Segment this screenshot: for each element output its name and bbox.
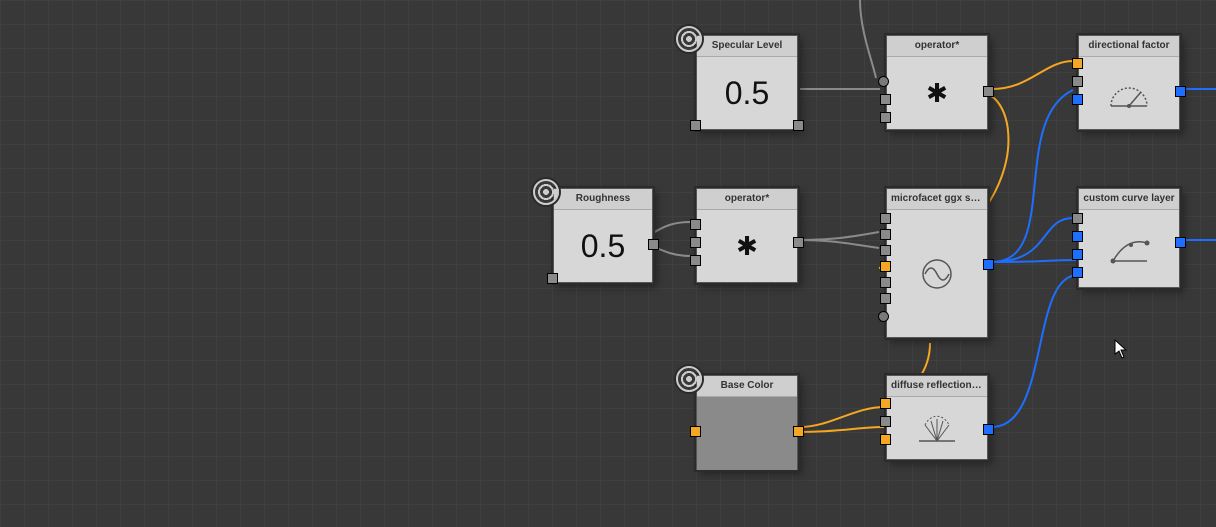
port-out-grey[interactable]: [793, 120, 804, 131]
port-in-2[interactable]: [880, 229, 891, 240]
port-out-blue[interactable]: [983, 259, 994, 270]
port-in-grey[interactable]: [1072, 213, 1083, 224]
node-operator-mid[interactable]: operator* ✱: [696, 188, 798, 283]
node-title: directional factor: [1079, 36, 1179, 57]
node-icon: [1079, 210, 1179, 288]
port-in-blue-3[interactable]: [1072, 267, 1083, 278]
port-in-grey[interactable]: [547, 273, 558, 284]
port-in-blue[interactable]: [1072, 94, 1083, 105]
node-icon: [887, 397, 987, 460]
node-microfacet[interactable]: microfacet ggx smith b…: [886, 188, 988, 338]
node-title: operator*: [887, 36, 987, 57]
port-in-circle[interactable]: [878, 76, 889, 87]
node-title: microfacet ggx smith b…: [887, 189, 987, 210]
port-out-grey[interactable]: [793, 237, 804, 248]
node-canvas[interactable]: Specular Level 0.5 operator* ✱ direction…: [0, 0, 1216, 527]
node-glyph: ✱: [697, 210, 797, 283]
node-title: diffuse reflection bsdf: [887, 376, 987, 397]
port-out-blue[interactable]: [1175, 86, 1186, 97]
node-title: operator*: [697, 189, 797, 210]
node-glyph: ✱: [887, 57, 987, 130]
port-in-6[interactable]: [880, 293, 891, 304]
port-in-circle[interactable]: [878, 311, 889, 322]
node-icon: [1079, 57, 1179, 130]
sine-circle-icon: [915, 256, 959, 292]
port-in-grey-2[interactable]: [690, 237, 701, 248]
node-value: 0.5: [554, 210, 652, 283]
node-title: Specular Level: [697, 36, 797, 57]
node-specular-level[interactable]: Specular Level 0.5: [696, 35, 798, 130]
port-in-grey-3[interactable]: [690, 255, 701, 266]
node-title: Roughness: [554, 189, 652, 210]
node-value: 0.5: [697, 57, 797, 130]
protractor-icon: [1107, 76, 1151, 112]
node-directional-factor[interactable]: directional factor: [1078, 35, 1180, 130]
port-in-blue-1[interactable]: [1072, 231, 1083, 242]
port-in-grey[interactable]: [880, 94, 891, 105]
port-in-grey[interactable]: [1072, 76, 1083, 87]
node-title: custom curve layer: [1079, 189, 1179, 210]
port-out-blue[interactable]: [983, 424, 994, 435]
port-in-grey-2[interactable]: [880, 112, 891, 123]
node-custom-curve-layer[interactable]: custom curve layer: [1078, 188, 1180, 288]
port-out-grey[interactable]: [983, 86, 994, 97]
port-out-orange[interactable]: [793, 426, 804, 437]
port-in-grey-1[interactable]: [690, 219, 701, 230]
diffuse-rays-icon: [915, 411, 959, 447]
curve-handle-icon: [1107, 231, 1151, 267]
port-in-orange-2[interactable]: [880, 434, 891, 445]
port-in-orange[interactable]: [1072, 58, 1083, 69]
port-out-grey[interactable]: [648, 239, 659, 250]
node-title: Base Color: [697, 376, 797, 397]
port-in-1[interactable]: [880, 213, 891, 224]
node-roughness[interactable]: Roughness 0.5: [553, 188, 653, 283]
port-in-grey[interactable]: [690, 120, 701, 131]
port-in-orange[interactable]: [880, 261, 891, 272]
node-base-color[interactable]: Base Color: [696, 375, 798, 470]
node-icon: [887, 210, 987, 338]
node-swatch: [697, 397, 797, 470]
target-ring-icon[interactable]: [533, 179, 559, 205]
port-out-blue[interactable]: [1175, 237, 1186, 248]
port-in-3[interactable]: [880, 245, 891, 256]
target-ring-icon[interactable]: [676, 366, 702, 392]
node-diffuse-reflection-bsdf[interactable]: diffuse reflection bsdf: [886, 375, 988, 460]
port-in-grey[interactable]: [880, 416, 891, 427]
port-in-5[interactable]: [880, 277, 891, 288]
target-ring-icon[interactable]: [676, 26, 702, 52]
port-in-orange-1[interactable]: [880, 398, 891, 409]
port-in-blue-2[interactable]: [1072, 249, 1083, 260]
port-in-orange[interactable]: [690, 426, 701, 437]
node-operator-top[interactable]: operator* ✱: [886, 35, 988, 130]
